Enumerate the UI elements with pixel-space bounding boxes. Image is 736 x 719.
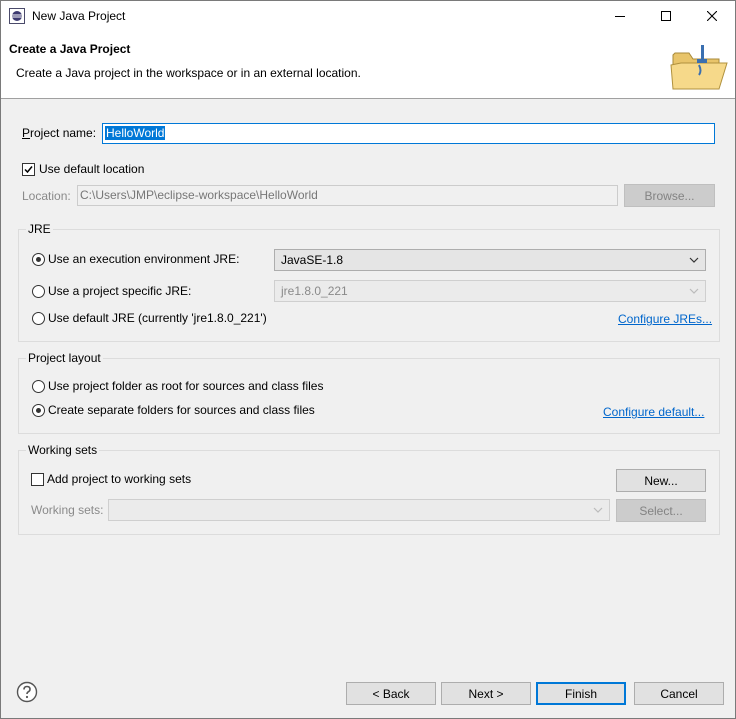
project-specific-jre-value: jre1.8.0_221	[281, 284, 348, 298]
project-specific-jre-select[interactable]: jre1.8.0_221	[274, 280, 706, 302]
chevron-down-icon	[689, 288, 699, 294]
location-label: Location:	[22, 189, 71, 203]
configure-jres-link[interactable]: Configure JREs...	[618, 312, 712, 326]
location-input[interactable]: C:\Users\JMP\eclipse-workspace\HelloWorl…	[77, 185, 618, 206]
back-button[interactable]: < Back	[346, 682, 436, 705]
wizard-title: Create a Java Project	[9, 42, 131, 56]
project-name-value: HelloWorld	[105, 126, 166, 140]
execution-env-label[interactable]: Use an execution environment JRE:	[48, 252, 239, 266]
chevron-down-icon	[689, 257, 699, 263]
new-java-project-dialog: New Java Project Create a Java Project C…	[0, 0, 736, 719]
working-sets-label: Working sets:	[31, 503, 104, 517]
separate-folders-label[interactable]: Create separate folders for sources and …	[48, 403, 315, 417]
project-root-radio[interactable]	[32, 380, 45, 393]
execution-env-radio[interactable]	[32, 253, 45, 266]
project-root-label[interactable]: Use project folder as root for sources a…	[48, 379, 323, 393]
wizard-banner: Create a Java Project Create a Java proj…	[1, 31, 735, 99]
eclipse-app-icon	[9, 8, 25, 24]
window-title: New Java Project	[32, 9, 126, 23]
close-button[interactable]	[689, 1, 735, 31]
project-specific-jre-label[interactable]: Use a project specific JRE:	[48, 284, 191, 298]
select-working-sets-button[interactable]: Select...	[616, 499, 706, 522]
default-jre-label[interactable]: Use default JRE (currently 'jre1.8.0_221…	[48, 311, 267, 325]
maximize-button[interactable]	[643, 1, 689, 31]
working-sets-group	[18, 450, 720, 535]
default-jre-radio[interactable]	[32, 312, 45, 325]
project-layout-group	[18, 358, 720, 434]
configure-default-link[interactable]: Configure default...	[603, 405, 704, 419]
wizard-description: Create a Java project in the workspace o…	[16, 66, 361, 80]
cancel-button[interactable]: Cancel	[634, 682, 724, 705]
separate-folders-radio[interactable]	[32, 404, 45, 417]
next-button[interactable]: Next >	[441, 682, 531, 705]
location-value: C:\Users\JMP\eclipse-workspace\HelloWorl…	[80, 188, 318, 202]
working-sets-select[interactable]	[108, 499, 610, 521]
use-default-location-label[interactable]: Use default location	[39, 162, 144, 176]
maximize-icon	[661, 11, 671, 21]
checkmark-icon	[24, 166, 33, 174]
java-project-folder-icon	[670, 45, 728, 90]
project-name-input[interactable]: HelloWorld	[102, 123, 715, 144]
jre-group-title: JRE	[26, 222, 53, 236]
project-name-label-text: roject name:	[30, 126, 97, 140]
execution-env-select[interactable]: JavaSE-1.8	[274, 249, 706, 271]
minimize-button[interactable]	[597, 1, 643, 31]
browse-button[interactable]: Browse...	[624, 184, 715, 207]
new-working-set-button[interactable]: New...	[616, 469, 706, 492]
use-default-location-checkbox[interactable]	[22, 163, 35, 176]
working-sets-group-title: Working sets	[26, 443, 100, 457]
help-icon[interactable]	[16, 681, 38, 703]
add-to-working-sets-label[interactable]: Add project to working sets	[47, 472, 191, 486]
finish-button[interactable]: Finish	[536, 682, 626, 705]
title-bar: New Java Project	[1, 1, 735, 31]
close-icon	[707, 11, 717, 21]
execution-env-value: JavaSE-1.8	[281, 253, 344, 267]
project-specific-jre-radio[interactable]	[32, 285, 45, 298]
chevron-down-icon	[593, 507, 603, 513]
add-to-working-sets-checkbox[interactable]	[31, 473, 44, 486]
minimize-icon	[615, 16, 625, 17]
project-name-label: Project name:	[22, 126, 97, 140]
project-layout-group-title: Project layout	[26, 351, 103, 365]
